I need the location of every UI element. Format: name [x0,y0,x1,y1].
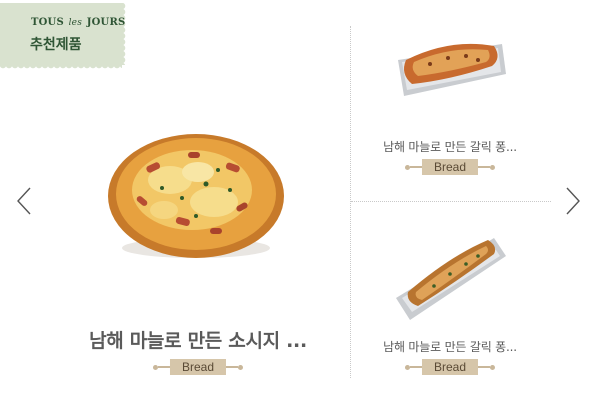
chevron-right-icon [566,187,580,215]
next-button[interactable] [563,184,583,218]
section-title: 추천제품 [30,37,82,53]
garlic-bread-tray-image [396,238,506,320]
category-tag: Bread [404,159,496,175]
category-label: Bread [421,359,479,375]
garlic-bread-tray-image [398,43,506,96]
category-tag: Bread [404,359,496,375]
pizza-bread-image [108,134,284,258]
brand-logo-text: TOUS les JOURS [31,17,125,28]
brand-word-tous: TOUS [31,17,64,28]
chevron-left-icon [17,187,31,215]
product-card-side-1[interactable]: 남해 마늘로 만든 갈릭 퐁... Bread [360,24,540,184]
recommended-label-stamp: TOUS les JOURS 추천제품 [0,3,128,71]
category-label: Bread [421,159,479,175]
vertical-divider [350,26,351,378]
recommended-products-widget: TOUS les JOURS 추천제품 남해 마늘로 만든 소시지 ... Br… [0,0,596,405]
stamp-edge-decoration [122,3,128,65]
stamp-edge-decoration [0,65,122,71]
product-name: 남해 마늘로 만든 갈릭 퐁... [383,340,517,354]
product-name: 남해 마늘로 만든 갈릭 퐁... [383,140,517,154]
horizontal-divider [351,201,551,202]
category-label: Bread [169,359,227,375]
prev-button[interactable] [14,184,34,218]
brand-word-les: les [68,18,83,28]
product-card-side-2[interactable]: 남해 마늘로 만든 갈릭 퐁... Bread [360,224,540,384]
category-tag: Bread [152,359,244,375]
product-name: 남해 마늘로 만든 소시지 ... [89,330,307,352]
product-card-main[interactable]: 남해 마늘로 만든 소시지 ... Bread [60,100,336,380]
brand-word-jours: JOURS [86,17,126,28]
